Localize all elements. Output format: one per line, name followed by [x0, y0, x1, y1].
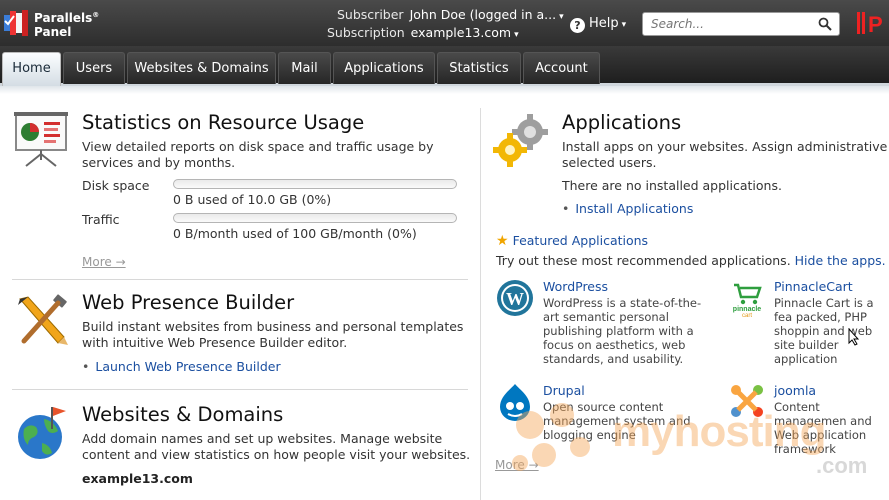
parallels-logo-icon [4, 10, 28, 36]
tab-mail[interactable]: Mail [278, 52, 331, 84]
featured-apps-header[interactable]: ★ Featured Applications [496, 233, 648, 249]
featured-tryout: Try out these most recommended applicati… [496, 253, 886, 269]
tab-account[interactable]: Account [523, 52, 600, 84]
watermark-sub: .com [816, 453, 868, 478]
gears-icon [493, 114, 548, 167]
brand-name[interactable]: Parallels® Panel [34, 8, 99, 39]
app-wordpress-link[interactable]: WordPress [543, 279, 608, 294]
applications-title[interactable]: Applications [562, 111, 681, 134]
chevron-down-icon: ▾ [514, 30, 519, 40]
disk-usage-bar [173, 179, 457, 189]
svg-text:pinnacle: pinnacle [733, 306, 762, 313]
disk-usage-text: 0 B used of 10.0 GB (0%) [173, 192, 332, 207]
bullet-icon: • [82, 359, 90, 374]
websites-title[interactable]: Websites & Domains [82, 403, 283, 426]
tab-home[interactable]: Home [2, 52, 61, 86]
wpb-description: Build instant websites from business and… [82, 319, 464, 350]
bullet-icon: • [562, 201, 570, 216]
tab-applications[interactable]: Applications [333, 52, 435, 84]
presentation-chart-icon [14, 112, 68, 167]
subscription-label: Subscription [327, 25, 405, 40]
launch-wpb-label: Launch Web Presence Builder [95, 359, 281, 374]
domain-name[interactable]: example13.com [82, 471, 193, 486]
wpb-title[interactable]: Web Presence Builder [82, 291, 294, 314]
joomla-icon[interactable] [728, 382, 766, 420]
applications-description: Install apps on your websites. Assign ad… [562, 139, 889, 171]
launch-wpb-link[interactable]: • Launch Web Presence Builder [82, 359, 281, 374]
tab-users[interactable]: Users [63, 52, 125, 84]
wordpress-icon[interactable]: W [496, 279, 534, 317]
disk-space-label: Disk space [82, 178, 150, 193]
subscriber-label: Subscriber [337, 7, 404, 22]
traffic-usage-text: 0 B/month used of 100 GB/month (0%) [173, 226, 417, 241]
install-apps-link[interactable]: • Install Applications [562, 201, 693, 216]
featured-apps-title: Featured Applications [512, 233, 649, 248]
drupal-icon[interactable] [496, 382, 534, 422]
subscriber-value: John Doe (logged in a... [409, 7, 557, 22]
stats-description: View detailed reports on disk space and … [82, 139, 434, 170]
svg-text:cart: cart [742, 313, 752, 317]
app-joomla-link[interactable]: joomla [774, 383, 816, 398]
tab-underline [0, 86, 889, 94]
section-divider [12, 389, 468, 390]
stats-title[interactable]: Statistics on Resource Usage [82, 111, 364, 134]
pinnaclecart-icon[interactable]: pinnacle cart [728, 279, 766, 317]
tools-icon [18, 294, 68, 345]
traffic-usage-bar [173, 213, 457, 223]
websites-description: Add domain names and set up websites. Ma… [82, 431, 471, 462]
tab-websites-domains[interactable]: Websites & Domains [127, 52, 276, 84]
help-icon: ? [570, 18, 585, 33]
svg-text:P: P [868, 12, 883, 36]
install-apps-label: Install Applications [575, 201, 694, 216]
search-input[interactable] [643, 13, 813, 35]
subscription-selector[interactable]: Subscription example13.com ▾ [327, 25, 519, 40]
mouse-cursor-icon [848, 328, 860, 346]
column-divider [480, 108, 481, 500]
chevron-down-icon: ▾ [621, 20, 627, 30]
app-pinnaclecart-desc: Pinnacle Cart is a fea packed, PHP shopp… [774, 296, 874, 366]
help-menu[interactable]: ? Help ▾ [570, 16, 626, 33]
chevron-down-icon: ▾ [559, 12, 564, 22]
main-nav: Home Users Websites & Domains Mail Appli… [0, 46, 889, 86]
app-joomla-desc: Content managemen and Web application fr… [774, 400, 872, 456]
parallels-brand-icon: P [857, 12, 883, 36]
subscription-value: example13.com [410, 25, 512, 40]
globe-flag-icon [18, 407, 66, 459]
app-drupal-desc: Open source content management system an… [543, 400, 691, 442]
brand-name-line2: Panel [34, 25, 72, 39]
section-divider [12, 279, 468, 280]
star-icon: ★ [496, 233, 509, 249]
search-box [642, 12, 840, 36]
no-apps-text: There are no installed applications. [562, 178, 782, 193]
top-bar: Parallels® Panel Subscriber John Doe (log… [0, 0, 889, 46]
apps-more-link[interactable]: More → [495, 458, 539, 472]
hide-apps-link[interactable]: Hide the apps. [795, 253, 886, 268]
stats-more-link[interactable]: More → [82, 255, 126, 269]
search-icon[interactable] [818, 17, 832, 31]
traffic-label: Traffic [82, 212, 120, 227]
help-label: Help [589, 16, 619, 31]
app-pinnaclecart-link[interactable]: PinnacleCart [774, 279, 853, 294]
brand-name-line1: Parallels [34, 11, 93, 25]
applications-description-line2: selected users. [562, 155, 657, 170]
tab-statistics[interactable]: Statistics [437, 52, 521, 84]
tryout-text: Try out these most recommended applicati… [496, 253, 791, 268]
app-drupal-link[interactable]: Drupal [543, 383, 585, 398]
subscriber-selector[interactable]: Subscriber John Doe (logged in a... ▾ [337, 7, 564, 22]
applications-description-line1: Install apps on your websites. Assign ad… [562, 139, 889, 154]
svg-text:W: W [506, 289, 524, 309]
brand-reg: ® [92, 11, 100, 19]
app-wordpress-desc: WordPress is a state-of-the-art semantic… [543, 296, 702, 366]
